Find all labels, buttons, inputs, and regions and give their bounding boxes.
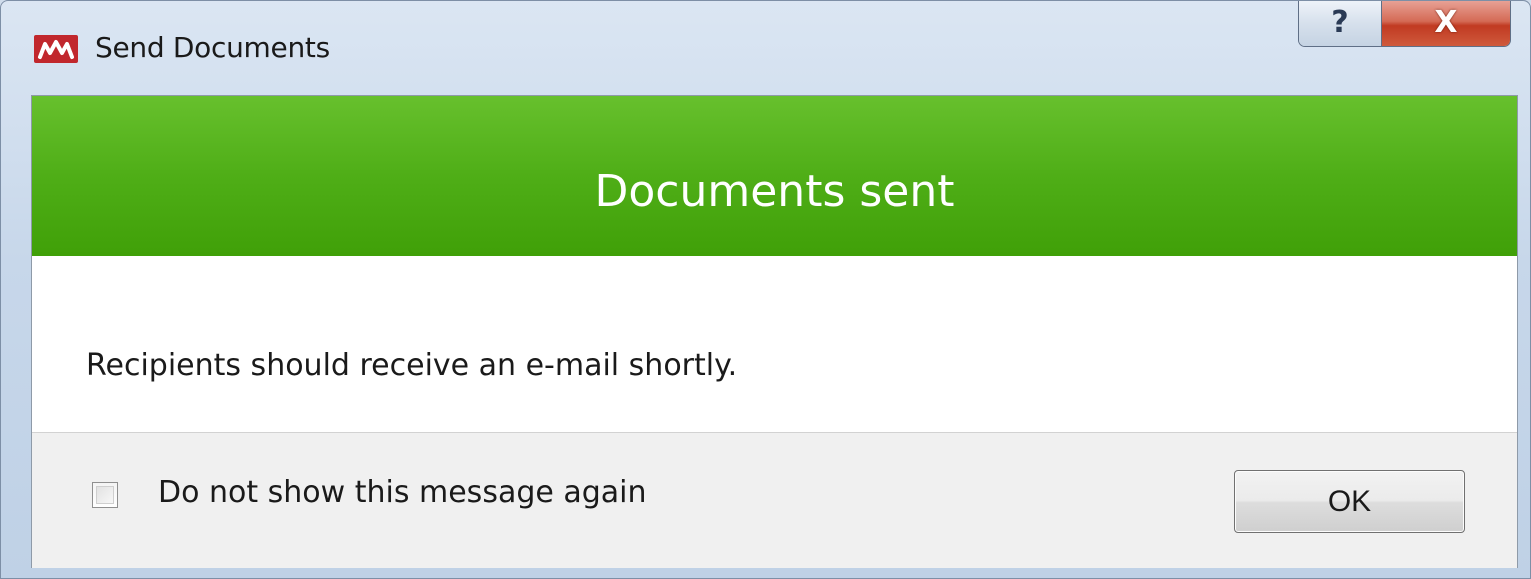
help-icon: ? bbox=[1331, 5, 1349, 40]
dialog-body: Documents sent Recipients should receive… bbox=[31, 95, 1518, 568]
app-logo-icon bbox=[34, 35, 78, 63]
dont-show-again-label[interactable]: Do not show this message again bbox=[158, 475, 647, 510]
ok-button[interactable]: OK bbox=[1234, 470, 1465, 533]
close-button[interactable]: X bbox=[1382, 1, 1510, 46]
help-button[interactable]: ? bbox=[1299, 1, 1382, 46]
message-text: Recipients should receive an e-mail shor… bbox=[86, 348, 738, 383]
caption-buttons: ? X bbox=[1298, 1, 1511, 47]
close-icon: X bbox=[1434, 5, 1458, 40]
title-bar[interactable]: Send Documents ? X bbox=[1, 1, 1530, 95]
dont-show-again-checkbox[interactable] bbox=[92, 482, 118, 508]
window-title: Send Documents bbox=[95, 31, 330, 64]
status-banner: Documents sent bbox=[32, 96, 1517, 256]
dialog-footer: Do not show this message again OK bbox=[32, 432, 1517, 568]
dialog-window: Send Documents ? X Documents sent Recipi… bbox=[0, 0, 1531, 579]
banner-title: Documents sent bbox=[594, 166, 955, 217]
